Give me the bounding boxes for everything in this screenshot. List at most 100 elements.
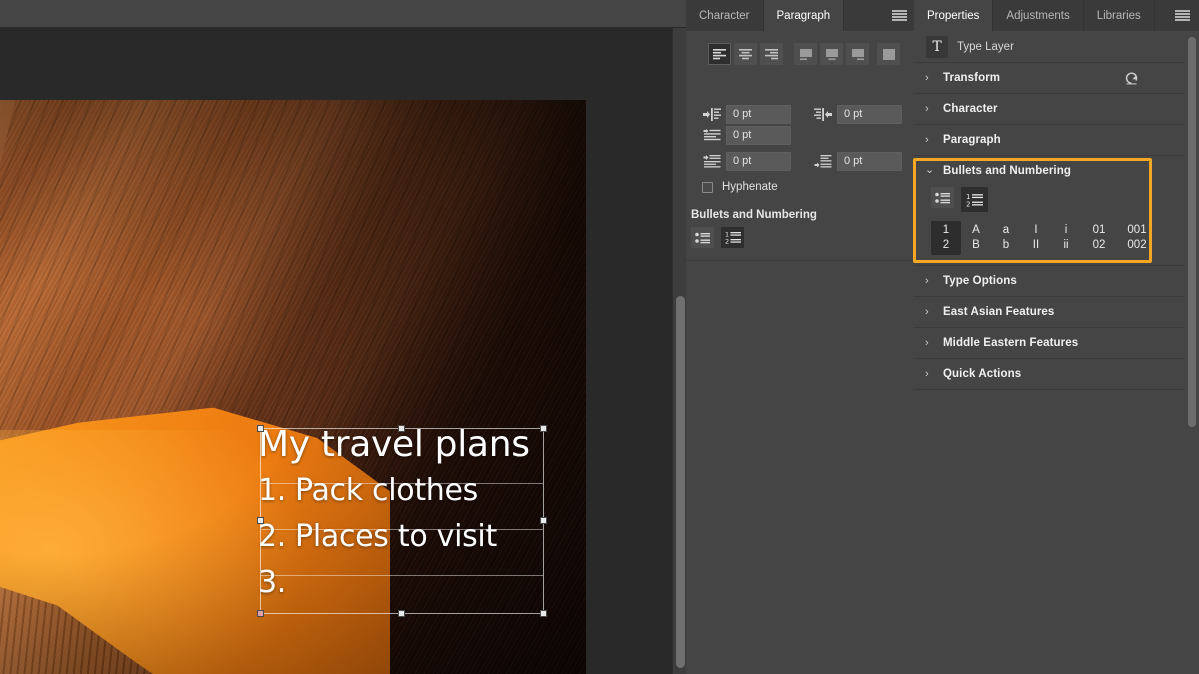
space-after-input[interactable]: 0 pt — [837, 152, 902, 171]
properties-vertical-scrollbar[interactable] — [1185, 31, 1199, 674]
format-top: a — [1003, 223, 1009, 238]
number-format-option[interactable]: A B — [961, 221, 991, 255]
justify-last-left-button[interactable] — [794, 43, 817, 65]
paragraph-panel-tabs: Character Paragraph — [686, 0, 914, 31]
format-bottom: b — [1003, 238, 1009, 253]
chevron-right-icon: › — [925, 307, 934, 318]
section-east-asian-features[interactable]: › East Asian Features — [914, 297, 1199, 328]
format-bottom: ii — [1063, 238, 1068, 253]
tab-properties[interactable]: Properties — [914, 0, 993, 31]
bullets-list-type-buttons: 1 2 — [914, 187, 1199, 212]
format-bottom: 002 — [1127, 238, 1146, 253]
numbered-list-button[interactable]: 1 2 — [961, 187, 988, 212]
justify-all-button[interactable] — [877, 43, 900, 65]
number-format-option[interactable]: I II — [1021, 221, 1051, 255]
tab-libraries[interactable]: Libraries — [1084, 0, 1155, 31]
hyphenate-label: Hyphenate — [722, 181, 778, 193]
hyphenate-row: Hyphenate — [702, 181, 778, 193]
section-type-options[interactable]: › Type Options — [914, 266, 1199, 297]
section-bullets-and-numbering[interactable]: ⌄ Bullets and Numbering 1 2 — [914, 156, 1199, 266]
number-format-grid: 1 2 A B a b I II i ii — [914, 221, 1199, 255]
section-quick-actions-label: Quick Actions — [943, 368, 1021, 380]
section-character[interactable]: › Character — [914, 94, 1199, 125]
text-title: My travel plans — [258, 422, 546, 468]
paragraph-justify-group — [794, 43, 900, 65]
tab-adjustments[interactable]: Adjustments — [993, 0, 1083, 31]
hyphenate-checkbox[interactable] — [702, 182, 713, 193]
format-top: A — [972, 223, 980, 238]
properties-panel-tabs: Properties Adjustments Libraries — [914, 0, 1199, 31]
format-bottom: 02 — [1093, 238, 1106, 253]
photoshop-window: My travel plans 1. Pack clothes 2. Place… — [0, 0, 1199, 674]
properties-panel: Properties Adjustments Libraries T Type … — [914, 0, 1199, 674]
list-number: 2. — [258, 514, 286, 560]
canvas-scrollbar-thumb[interactable] — [676, 296, 685, 668]
indent-left-icon — [702, 107, 721, 123]
tab-paragraph[interactable]: Paragraph — [764, 0, 845, 31]
chevron-right-icon: › — [925, 135, 934, 146]
space-before-input[interactable]: 0 pt — [726, 152, 791, 171]
paragraph-panel-menu-icon[interactable] — [892, 9, 907, 22]
number-format-option[interactable]: 01 02 — [1081, 221, 1117, 255]
indent-first-line-input[interactable]: 0 pt — [726, 126, 791, 145]
section-paragraph[interactable]: › Paragraph — [914, 125, 1199, 156]
align-left-button[interactable] — [708, 43, 731, 65]
text-list-item: 2. Places to visit — [258, 514, 546, 560]
number-format-option[interactable]: i ii — [1051, 221, 1081, 255]
tab-character[interactable]: Character — [686, 0, 764, 31]
properties-scrollbar-thumb[interactable] — [1188, 37, 1196, 427]
bulleted-list-button[interactable] — [691, 227, 714, 248]
format-top: 1 — [943, 223, 949, 238]
indent-left-margin-input[interactable]: 0 pt — [726, 105, 791, 124]
section-bullets-label: Bullets and Numbering — [943, 165, 1071, 177]
format-bottom: II — [1033, 238, 1039, 253]
paragraph-panel-body: 0 pt 0 pt — [686, 31, 914, 674]
format-bottom: B — [972, 238, 980, 253]
type-layer-row: T Type Layer — [914, 31, 1199, 63]
section-transform-label: Transform — [943, 72, 1000, 84]
section-bullets-header[interactable]: ⌄ Bullets and Numbering — [914, 156, 1199, 185]
indent-right-icon — [813, 107, 832, 123]
svg-text:2: 2 — [725, 238, 729, 245]
text-list-item: 1. Pack clothes — [258, 468, 546, 514]
number-format-option[interactable]: 001 002 — [1117, 221, 1157, 255]
chevron-right-icon: › — [925, 369, 934, 380]
space-before-field: 0 pt — [702, 152, 791, 171]
text-layer-content[interactable]: My travel plans 1. Pack clothes 2. Place… — [258, 426, 546, 616]
section-transform[interactable]: › Transform — [914, 63, 1199, 94]
section-character-label: Character — [943, 103, 998, 115]
type-layer-icon: T — [926, 36, 948, 58]
section-quick-actions[interactable]: › Quick Actions — [914, 359, 1199, 390]
canvas-vertical-scrollbar[interactable] — [672, 28, 686, 674]
text-list-item: 3. — [258, 560, 546, 606]
paragraph-alignment-group — [708, 43, 783, 65]
number-format-option[interactable]: 1 2 — [931, 221, 961, 255]
section-middle-eastern-features[interactable]: › Middle Eastern Features — [914, 328, 1199, 359]
section-paragraph-label: Paragraph — [943, 134, 1001, 146]
reset-transform-icon[interactable] — [1124, 71, 1139, 85]
list-number: 1. — [258, 468, 286, 514]
document-window[interactable]: My travel plans 1. Pack clothes 2. Place… — [0, 28, 672, 674]
document-tab-bar — [0, 0, 686, 28]
chevron-right-icon: › — [925, 276, 934, 287]
list-text: Pack clothes — [295, 468, 478, 514]
section-east-asian-label: East Asian Features — [943, 306, 1054, 318]
paragraph-list-buttons: 1 2 — [691, 227, 744, 248]
space-before-icon — [702, 154, 721, 170]
justify-last-right-button[interactable] — [846, 43, 869, 65]
align-right-button[interactable] — [760, 43, 783, 65]
canvas-area: My travel plans 1. Pack clothes 2. Place… — [0, 0, 686, 674]
format-top: 001 — [1127, 223, 1146, 238]
space-after-icon — [813, 154, 832, 170]
number-format-option[interactable]: a b — [991, 221, 1021, 255]
align-center-button[interactable] — [734, 43, 757, 65]
justify-last-center-button[interactable] — [820, 43, 843, 65]
indent-right-margin-input[interactable]: 0 pt — [837, 105, 902, 124]
properties-panel-menu-icon[interactable] — [1175, 9, 1190, 22]
first-line-indent-icon — [702, 128, 721, 144]
svg-text:2: 2 — [966, 200, 970, 207]
numbered-list-button[interactable]: 1 2 — [721, 227, 744, 248]
indent-first-line-field: 0 pt — [702, 126, 791, 145]
bullets-numbering-label: Bullets and Numbering — [691, 209, 817, 221]
bulleted-list-button[interactable] — [931, 187, 954, 208]
